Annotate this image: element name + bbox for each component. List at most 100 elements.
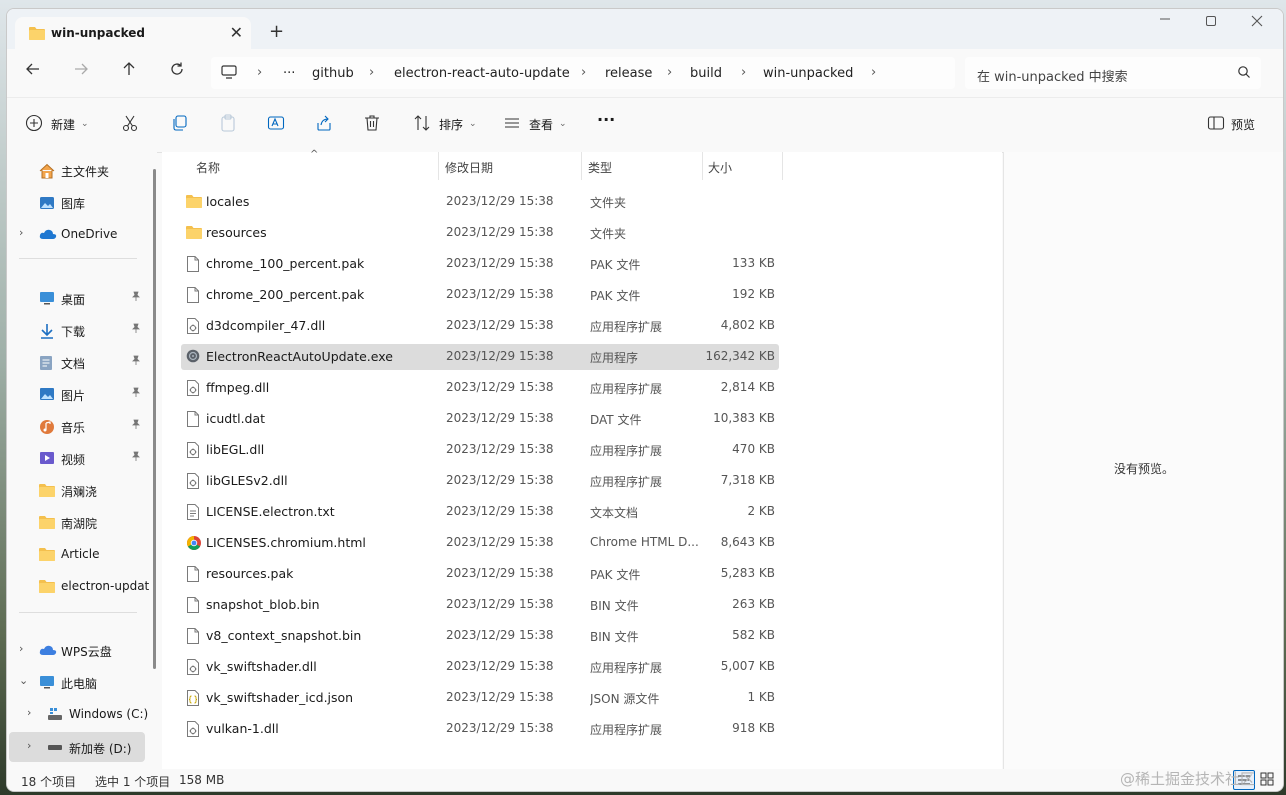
view-button[interactable]: 查看: [529, 116, 553, 133]
new-tab-button[interactable]: +: [269, 21, 284, 42]
preview-pane-icon[interactable]: [1207, 114, 1225, 135]
column-divider[interactable]: [782, 152, 783, 180]
file-row[interactable]: vk_swiftshader.dll 2023/12/29 15:38 应用程序扩展…: [181, 654, 779, 680]
file-type: 应用程序扩展: [590, 382, 663, 396]
chevron-right-icon[interactable]: ›: [19, 642, 23, 655]
minimize-button[interactable]: [1159, 13, 1171, 29]
sidebar-item-folder[interactable]: 涓斓浇: [7, 476, 157, 504]
column-divider[interactable]: [702, 152, 703, 180]
sort-icon[interactable]: [413, 114, 431, 135]
sidebar-item-drive-d[interactable]: › 新加卷 (D:): [9, 732, 145, 762]
file-row[interactable]: resources.pak 2023/12/29 15:38 PAK 文件 5,283…: [181, 561, 779, 587]
file-row[interactable]: locales 2023/12/29 15:38 文件夹: [181, 189, 779, 215]
column-header-type[interactable]: 类型: [588, 159, 612, 176]
cut-icon[interactable]: [121, 114, 139, 135]
file-row[interactable]: libEGL.dll 2023/12/29 15:38 应用程序扩展 470 KB: [181, 437, 779, 463]
sidebar-item-folder[interactable]: 南湖院: [7, 508, 157, 536]
breadcrumb-release[interactable]: release: [605, 66, 652, 81]
file-row[interactable]: chrome_200_percent.pak 2023/12/29 15:38 PA…: [181, 282, 779, 308]
file-name: LICENSES.chromium.html: [206, 535, 366, 550]
pin-icon: [131, 323, 141, 336]
chevron-right-icon[interactable]: ›: [27, 706, 31, 719]
address-bar[interactable]: › ··· github › electron-react-auto-updat…: [211, 57, 955, 89]
sidebar-item-downloads[interactable]: 下载: [7, 316, 157, 344]
sidebar-item-wps-cloud[interactable]: › WPS云盘: [7, 636, 157, 664]
back-button[interactable]: [25, 61, 41, 82]
tab-close-button[interactable]: ✕: [230, 23, 243, 42]
breadcrumb-more[interactable]: ···: [283, 66, 295, 81]
sidebar-item-folder[interactable]: Article: [7, 540, 157, 568]
column-header-name[interactable]: 名称: [196, 159, 220, 176]
file-row[interactable]: LICENSES.chromium.html 2023/12/29 15:38 Ch…: [181, 530, 779, 556]
chevron-down-icon[interactable]: ⌄: [19, 674, 28, 687]
sidebar-item-folder[interactable]: electron-updat: [7, 572, 157, 600]
sidebar-item-pictures[interactable]: 图片: [7, 380, 157, 408]
file-row[interactable]: snapshot_blob.bin 2023/12/29 15:38 BIN 文件 2…: [181, 592, 779, 618]
sidebar-item-drive-c[interactable]: › Windows (C:): [7, 700, 157, 728]
sidebar-item-music[interactable]: 音乐: [7, 412, 157, 440]
file-size: 162,342 KB: [705, 349, 775, 363]
tiles-view-button[interactable]: [1257, 770, 1277, 788]
search-input[interactable]: 在 win-unpacked 中搜索: [977, 66, 1128, 85]
text-file-icon: [186, 504, 200, 523]
file-row[interactable]: vulkan-1.dll 2023/12/29 15:38 应用程序扩展 918 KB: [181, 716, 779, 742]
refresh-button[interactable]: [169, 61, 185, 82]
up-button[interactable]: [121, 61, 137, 82]
rename-icon[interactable]: [267, 114, 285, 135]
maximize-button[interactable]: [1205, 15, 1217, 31]
file-row[interactable]: ElectronReactAutoUpdate.exe 2023/12/29 15…: [181, 344, 779, 370]
search-box[interactable]: 在 win-unpacked 中搜索: [965, 57, 1261, 89]
breadcrumb-electron-react-auto-update[interactable]: electron-react-auto-update: [394, 66, 570, 81]
file-row[interactable]: vk_swiftshader_icd.json 2023/12/29 15:38 J…: [181, 685, 779, 711]
file-row[interactable]: d3dcompiler_47.dll 2023/12/29 15:38 应用程序扩展…: [181, 313, 779, 339]
file-list: ^ 名称 修改日期 类型 大小 locales 2023/12/29 15:38 文…: [162, 149, 1002, 769]
close-window-button[interactable]: [1251, 15, 1263, 31]
forward-button[interactable]: [73, 61, 89, 82]
file-modified-date: 2023/12/29 15:38: [446, 659, 554, 673]
file-row[interactable]: resources 2023/12/29 15:38 文件夹: [181, 220, 779, 246]
command-bar: 新建 ⌄ 排序 ⌄ 查看 ⌄ ··· 预览: [7, 97, 1283, 153]
file-row[interactable]: icudtl.dat 2023/12/29 15:38 DAT 文件 10,383 K…: [181, 406, 779, 432]
share-icon[interactable]: [315, 114, 333, 135]
file-row[interactable]: chrome_100_percent.pak 2023/12/29 15:38 PA…: [181, 251, 779, 277]
file-row[interactable]: ffmpeg.dll 2023/12/29 15:38 应用程序扩展 2,814 KB: [181, 375, 779, 401]
paste-icon[interactable]: [219, 114, 237, 135]
column-header-date[interactable]: 修改日期: [445, 159, 493, 176]
chevron-right-icon[interactable]: ›: [19, 226, 23, 239]
column-divider[interactable]: [438, 152, 439, 180]
file-row[interactable]: LICENSE.electron.txt 2023/12/29 15:38 文本文档…: [181, 499, 779, 525]
file-modified-date: 2023/12/29 15:38: [446, 597, 554, 611]
breadcrumb-build[interactable]: build: [690, 66, 722, 81]
view-icon[interactable]: [503, 114, 521, 135]
breadcrumb-github[interactable]: github: [312, 66, 354, 81]
file-icon: [186, 287, 200, 306]
watermark: @稀土掘金技术社区: [1120, 770, 1256, 788]
file-name: resources.pak: [206, 566, 294, 581]
gallery-icon: [39, 195, 55, 214]
delete-icon[interactable]: [363, 114, 381, 135]
sort-button[interactable]: 排序: [439, 116, 463, 133]
file-name: libGLESv2.dll: [206, 473, 288, 488]
column-header-size[interactable]: 大小: [708, 159, 732, 176]
copy-icon[interactable]: [171, 114, 189, 135]
folder-icon: [39, 579, 55, 596]
sidebar-item-videos[interactable]: 视频: [7, 444, 157, 472]
sidebar-item-gallery[interactable]: 图库: [7, 188, 157, 216]
tab-win-unpacked[interactable]: win-unpacked ✕: [15, 17, 251, 49]
plus-circle-icon[interactable]: [25, 114, 43, 135]
file-type: PAK 文件: [590, 289, 641, 303]
new-button[interactable]: 新建: [51, 116, 75, 133]
sidebar-scrollbar[interactable]: [153, 169, 156, 669]
column-divider[interactable]: [581, 152, 582, 180]
chevron-right-icon[interactable]: ›: [27, 739, 31, 752]
preview-button[interactable]: 预览: [1231, 116, 1255, 133]
sidebar-item-onedrive[interactable]: › OneDrive: [7, 220, 157, 248]
breadcrumb-win-unpacked[interactable]: win-unpacked: [763, 66, 853, 81]
sidebar-item-desktop[interactable]: 桌面: [7, 284, 157, 312]
sidebar-item-documents[interactable]: 文档: [7, 348, 157, 376]
sidebar-item-this-pc[interactable]: ⌄ 此电脑: [7, 668, 157, 696]
file-row[interactable]: v8_context_snapshot.bin 2023/12/29 15:38 B…: [181, 623, 779, 649]
more-options-button[interactable]: ···: [597, 110, 615, 129]
file-row[interactable]: libGLESv2.dll 2023/12/29 15:38 应用程序扩展 7,318…: [181, 468, 779, 494]
sidebar-item-home[interactable]: 主文件夹: [7, 156, 157, 184]
